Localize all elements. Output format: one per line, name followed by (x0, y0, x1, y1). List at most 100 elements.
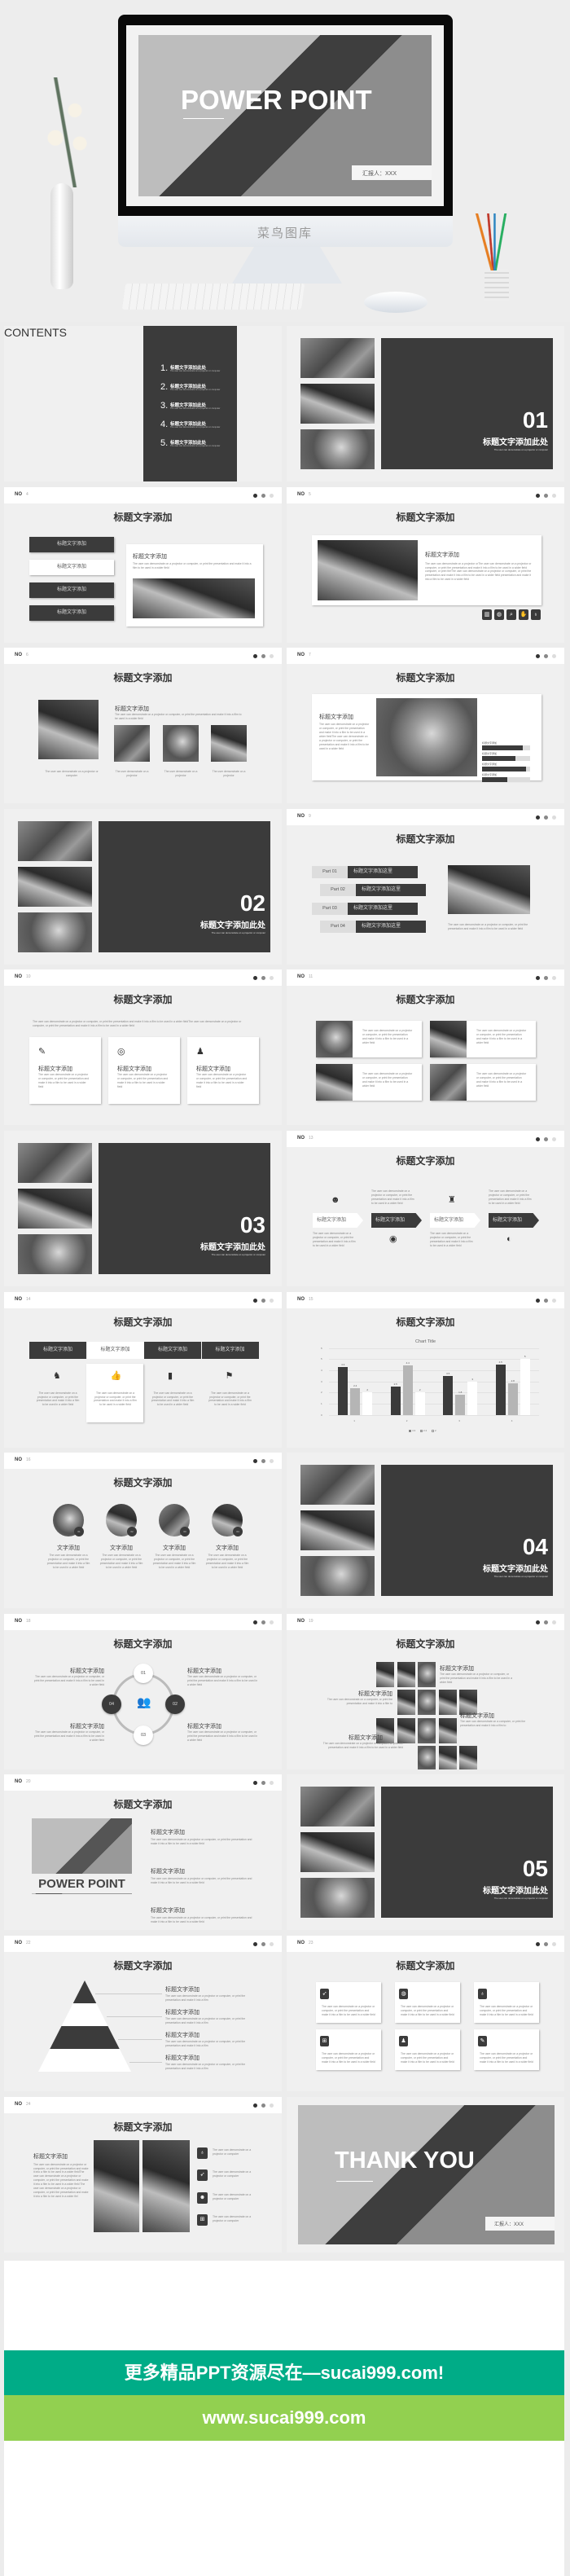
slide-thumbnail[interactable]: NO 14 标题文字添加 标题文字添加 ♞ The user can demonstrat… (4, 1291, 282, 1448)
photo (18, 912, 92, 952)
reporter-label: 汇报人：XXX (362, 171, 397, 177)
globe-icon[interactable]: ◍ (494, 609, 504, 620)
slide-header: NO 9 (287, 808, 564, 825)
x-tick-label: 3 (458, 1418, 460, 1422)
photo (18, 866, 92, 907)
tab[interactable]: 标题文字添加 (144, 1341, 201, 1359)
slide-thumbnail[interactable]: 04 标题文字添加此处 The user can demonstrate on a … (287, 1453, 564, 1609)
slide-thumbnail[interactable]: NO 6 标题文字添加 标题文字添加 The user can demonstrate … (4, 648, 282, 804)
cycle-node[interactable]: 03 (134, 1725, 153, 1745)
slide-thumbnail[interactable]: 01 标题文字添加此处 The user can demonstrate on a … (287, 326, 564, 481)
body-text: The user can demonstrate on a projector … (46, 1554, 90, 1569)
user-icon: ♟ (399, 2036, 408, 2046)
page-dot (270, 493, 274, 498)
slide-thumbnail[interactable]: NO 10 标题文字添加 The user can demonstrate on a … (4, 969, 282, 1126)
search-icon[interactable]: ⌕ (506, 609, 516, 620)
body-text: The user can demonstrate on a projector … (213, 2147, 252, 2156)
slide-number: 24 (26, 2101, 31, 2107)
cycle-node[interactable]: 01 (134, 1663, 153, 1683)
title-underline (336, 2180, 373, 2182)
slide-thumbnail[interactable]: NO 23 标题文字添加 ➶ The user can demonstrate on a… (287, 1936, 564, 2091)
data-label: 2 (366, 1388, 369, 1392)
building-icon[interactable]: ▥ (482, 609, 492, 620)
body-text: The user can demonstrate on a projector … (205, 1554, 249, 1569)
option-button[interactable]: 标题文字添加 (29, 604, 114, 621)
slide-thumbnail[interactable]: NO 13 标题文字添加 标题文字添加 ☻ The user can demonstrat… (287, 1131, 564, 1286)
slide-thumbnail[interactable]: 03 标题文字添加此处 The user can demonstrate on a … (4, 1131, 282, 1286)
number-badge: 04 (233, 1527, 243, 1537)
bar (467, 1381, 478, 1415)
moneybag-icon[interactable]: ♁ (531, 609, 541, 620)
team-icon: ♜ (448, 1195, 456, 1205)
body-text: The user can demonstrate on a projector … (165, 1994, 246, 2002)
pencil-cup (484, 269, 509, 301)
body-text: The user can demonstrate on a projector … (38, 1073, 90, 1089)
body-text: The user can demonstrate on a projector … (208, 1391, 252, 1407)
tab[interactable]: 标题文字添加 (201, 1341, 259, 1359)
banner-url[interactable]: www.sucai999.com (4, 2395, 564, 2441)
thank-you-title: THANK YOU (335, 2147, 475, 2174)
part-label[interactable]: 标题文字添加这里 (348, 902, 418, 915)
section-title: 标题文字添加此处 (200, 921, 265, 930)
slide-thumbnail[interactable]: NO 20 标题文字添加 POWER POINT 标题文字添加 The user can … (4, 1774, 282, 1931)
bar (520, 1359, 530, 1415)
cycle-node[interactable]: 04 (102, 1694, 121, 1714)
slide-title: 标题文字添加 (396, 1960, 455, 1972)
item-number: 1. (160, 363, 169, 373)
item-heading: 标题文字添加 (70, 1723, 104, 1730)
bar-fill (482, 777, 508, 783)
target-icon: ◎ (117, 1047, 125, 1057)
option-button[interactable]: 标题文字添加 (29, 582, 114, 598)
option-button[interactable]: 标题文字添加 (29, 559, 114, 575)
basketball-icon: ◉ (389, 1234, 397, 1244)
process-step[interactable]: 标题文字添加 (371, 1213, 422, 1228)
slide-thumbnail[interactable]: NO 9 标题文字添加 Part 01 标题文字添加这里 Part 02 标题文字添加这里 P… (287, 808, 564, 965)
part-label[interactable]: 标题文字添加这里 (356, 884, 426, 897)
slide-number: 15 (309, 1296, 314, 1302)
slide-no-label: NO (15, 1779, 22, 1785)
item-heading: 标题文字添加 (133, 553, 167, 560)
process-step[interactable]: 标题文字添加 (430, 1213, 480, 1228)
tab[interactable]: 标题文字添加 (86, 1341, 144, 1359)
page-dot (552, 1137, 556, 1141)
banner-promo[interactable]: 更多精品PPT资源尽在—sucai999.com! (4, 2350, 564, 2395)
item-heading: 文字添加 (57, 1545, 80, 1552)
slide-number: 23 (309, 1941, 314, 1945)
slide-no-label: NO (15, 653, 22, 658)
part-label[interactable]: 标题文字添加这里 (356, 921, 426, 934)
slide-header: NO 20 (4, 1774, 282, 1791)
slide-thumbnail[interactable]: THANK YOU 汇报人：XXX (287, 2096, 564, 2253)
slide-thumbnail[interactable]: NO 22 标题文字添加 标题文字添加 The user can demonstrate… (4, 1936, 282, 2091)
slide-no-label: NO (15, 1296, 22, 1302)
body-text: The user can demonstrate on a projector … (362, 1029, 413, 1045)
slide-thumbnail[interactable]: NO 15 标题文字添加 Chart Title 0 1 2 3 4 5 6 1 4.3 2.4 2 2 2.5… (287, 1291, 564, 1448)
slide-thumbnail[interactable]: NO 7 标题文字添加 标题文字添加 The user can demonstrate … (287, 648, 564, 804)
tab[interactable]: 标题文字添加 (29, 1341, 86, 1359)
cycle-node[interactable]: 02 (165, 1694, 185, 1714)
slide-thumbnail[interactable]: 05 标题文字添加此处 The user can demonstrate on a … (287, 1774, 564, 1931)
page-dot (544, 1137, 548, 1141)
photo (300, 1787, 375, 1827)
slide-title: 标题文字添加 (396, 672, 455, 684)
part-label[interactable]: 标题文字添加这里 (348, 865, 418, 878)
slide-thumbnail[interactable]: NO 18 标题文字添加 👥 01 02 03 04 标题文字添加 The user can de… (4, 1613, 282, 1769)
slide-thumbnail[interactable]: NO 19 标题文字添加 标题文字添加 The user can demonstrate… (287, 1613, 564, 1769)
slide-thumbnail[interactable]: NO 11 标题文字添加 The user can demonstrate on a … (287, 969, 564, 1126)
slide-thumbnail[interactable]: CONTENTS 1. 标题文字添加此处 The user can demonstra… (4, 326, 282, 481)
page-dot (253, 1459, 257, 1464)
slide-thumbnail[interactable]: NO 5 标题文字添加 标题文字添加 The user can demonstrate … (287, 486, 564, 643)
y-tick-label: 0 (321, 1413, 322, 1417)
slide-number: 5 (309, 491, 311, 497)
option-button[interactable]: 标题文字添加 (29, 536, 114, 552)
slide-thumbnail[interactable]: 02 标题文字添加此处 The user can demonstrate on a … (4, 808, 282, 965)
page-dot (544, 493, 548, 498)
handshake-icon[interactable]: ✋ (519, 609, 528, 620)
slide-thumbnail[interactable]: NO 16 标题文字添加 01 文字添加 The user can demonstrate… (4, 1453, 282, 1609)
process-step[interactable]: 标题文字添加 (489, 1213, 539, 1228)
slide-thumbnail[interactable]: NO 24 标题文字添加 标题文字添加 The user can demonstrate… (4, 2096, 282, 2253)
process-step[interactable]: 标题文字添加 (313, 1213, 363, 1228)
section-sub: The user can demonstrate on a projector … (211, 1253, 265, 1256)
item-heading: 标题文字添加 (165, 1987, 200, 1993)
data-label: 3.5 (446, 1371, 450, 1375)
slide-thumbnail[interactable]: NO 4 标题文字添加 标题文字添加 标题文字添加 标题文字添加 标题文字添加 标题文字添加 T… (4, 486, 282, 643)
